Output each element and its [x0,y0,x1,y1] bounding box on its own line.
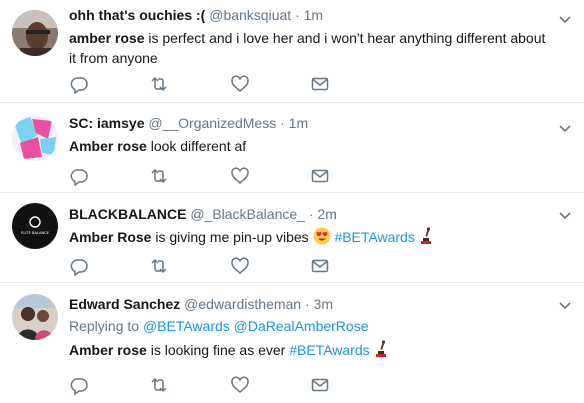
reply-icon [70,259,88,276]
mention-link[interactable]: @DaRealAmberRose [234,318,369,334]
user-handle[interactable]: @edwardistheman [184,296,301,312]
retweet-button[interactable] [149,375,169,395]
tweet-4[interactable]: Edward Sanchez @edwardistheman · 3m Repl… [0,283,584,403]
retweet-icon [151,377,167,393]
avatar[interactable] [12,294,58,340]
reply-button[interactable] [69,375,89,395]
tweet-header: SC: iamsye @__OrganizedMess · 1m [69,114,554,132]
keyword-highlight: Amber rose [69,138,147,154]
retweet-button[interactable] [149,256,169,276]
dm-icon [311,77,329,91]
like-button[interactable] [230,256,250,276]
tweet-text: Amber rose look different af [69,136,554,156]
separator-dot: · [280,115,285,131]
like-icon [231,167,249,184]
tweet-header: BLACKBALANCE @_BlackBalance_ · 2m [69,205,554,223]
heart-eyes-emoji-icon [313,227,331,245]
reply-icon [70,169,88,186]
retweet-icon [151,168,167,184]
avatar[interactable] [12,10,58,56]
display-name[interactable]: SC: iamsye [69,115,144,131]
retweet-button[interactable] [149,166,169,186]
tweet-1[interactable]: ohh that's ouchies :( @banksqiuat · 1m a… [0,0,584,103]
tweet-actions [69,166,339,186]
like-button[interactable] [230,74,250,94]
tweet-header: ohh that's ouchies :( @banksqiuat · 1m [69,6,554,24]
user-handle[interactable]: @__OrganizedMess [148,115,276,131]
tweet-3[interactable]: ELITE BALANCE BLACKBALANCE @_BlackBalanc… [0,193,584,283]
like-button[interactable] [230,375,250,395]
reply-button[interactable] [69,256,89,276]
mention-link[interactable]: @BETAwards [143,318,230,334]
retweet-icon [151,258,167,274]
replying-to-label: Replying to [69,318,140,334]
chevron-down-icon[interactable] [558,208,572,222]
avatar[interactable] [12,115,58,161]
keyword-highlight: Amber Rose [69,229,152,245]
reply-icon [70,378,88,395]
retweet-button[interactable] [149,74,169,94]
dm-icon [311,169,329,183]
direct-message-button[interactable] [310,74,330,94]
tweet-actions [69,256,339,276]
avatar[interactable]: ELITE BALANCE [12,203,58,249]
like-button[interactable] [230,166,250,186]
timestamp[interactable]: 3m [314,296,333,312]
separator-dot: · [308,206,314,222]
hashtag-link[interactable]: #BETAwards [289,342,369,358]
tweet-feed: ohh that's ouchies :( @banksqiuat · 1m a… [0,0,584,403]
hashtag-link[interactable]: #BETAwards [334,229,414,245]
user-handle[interactable]: @banksqiuat [209,7,291,23]
chevron-down-icon[interactable] [558,298,572,312]
reply-button[interactable] [69,166,89,186]
separator-dot: · [295,7,300,23]
timestamp[interactable]: 1m [289,115,308,131]
tweet-actions [69,74,339,94]
timestamp[interactable]: 1m [304,7,323,23]
replying-to: Replying to @BETAwards @DaRealAmberRose [69,317,554,335]
reply-button[interactable] [69,74,89,94]
tweet-actions [69,375,339,395]
tweet-header: Edward Sanchez @edwardistheman · 3m [69,295,554,313]
tweet-body-text: look different af [146,138,247,154]
display-name[interactable]: Edward Sanchez [69,296,180,312]
chevron-down-icon[interactable] [558,12,572,26]
reply-icon [70,77,88,94]
keyword-highlight: amber rose [69,30,145,46]
avatar-logo-text: ELITE BALANCE [21,231,50,235]
dm-icon [311,259,329,273]
display-name[interactable]: ohh that's ouchies :( [69,7,205,23]
like-icon [231,257,249,274]
display-name[interactable]: BLACKBALANCE [69,206,186,222]
user-handle[interactable]: @_BlackBalance_ [190,206,305,222]
direct-message-button[interactable] [310,375,330,395]
award-statue-emoji-icon [375,340,386,357]
tweet-body-text: is giving me pin-up vibes [151,229,313,245]
dm-icon [311,378,329,392]
direct-message-button[interactable] [310,166,330,186]
tweet-text: Amber Rose is giving me pin-up vibes #BE… [69,227,554,247]
award-statue-emoji-icon [420,227,431,244]
tweet-text: amber rose is perfect and i love her and… [69,28,554,68]
like-icon [231,376,249,393]
keyword-highlight: Amber rose [69,342,147,358]
like-icon [231,75,249,92]
timestamp[interactable]: 2m [317,206,336,222]
tweet-body-text: is looking fine as ever [146,342,290,358]
direct-message-button[interactable] [310,256,330,276]
tweet-2[interactable]: SC: iamsye @__OrganizedMess · 1m Amber r… [0,103,584,193]
retweet-icon [151,76,167,92]
tweet-text: Amber rose is looking fine as ever #BETA… [69,340,554,360]
chevron-down-icon[interactable] [558,121,572,135]
separator-dot: · [304,296,310,312]
